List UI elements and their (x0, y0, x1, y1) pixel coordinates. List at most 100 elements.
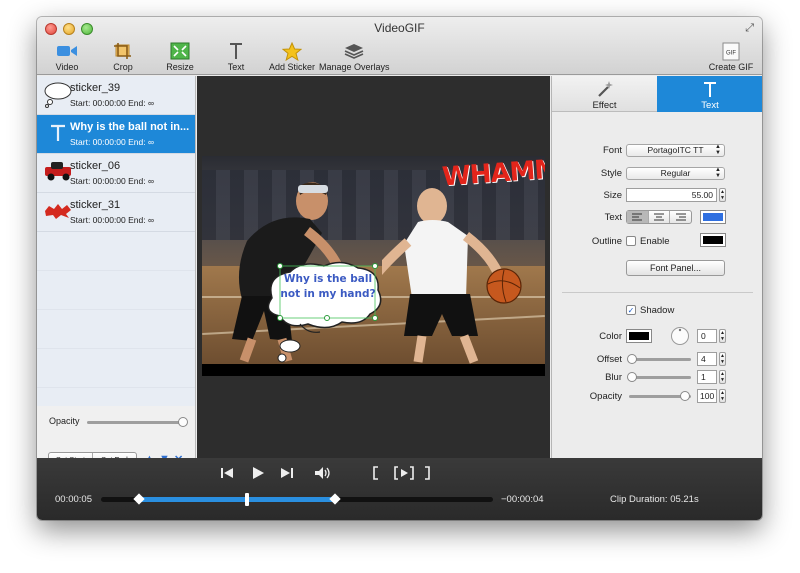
text-color-well[interactable] (700, 210, 726, 224)
shadow-blur-slider-knob[interactable] (627, 372, 637, 382)
popup-arrows-icon: ▲ ▼ (715, 144, 721, 156)
opacity-label: Opacity (49, 416, 80, 426)
inspector-panel: Effect Text Font PortagoITC TT ▲ ▼ Style … (551, 76, 762, 458)
player-right-figure (382, 188, 522, 364)
shadow-opacity-stepper[interactable]: ▲ ▼ (719, 389, 726, 403)
transport-bar: 00:00:05 −00:00:04 Clip Duration: 05.21s (37, 458, 762, 520)
align-center-button[interactable] (647, 211, 670, 223)
align-left-button[interactable] (627, 211, 648, 223)
sticker-times: Start: 00:00:00 End: ∞ (70, 215, 155, 225)
shadow-color-label: Color (599, 331, 622, 342)
text-t-icon (657, 80, 762, 98)
shadow-color-well[interactable] (626, 329, 652, 343)
sticker-list-panel: sticker_39 Start: 00:00:00 End: ∞ Why is… (37, 76, 196, 468)
preview-area: Why is the ball not in my hand? WHAMM! (197, 76, 550, 458)
gif-file-icon: GIF (696, 41, 762, 61)
outline-color-well[interactable] (700, 233, 726, 247)
align-left-icon (632, 213, 643, 221)
layers-icon (319, 41, 389, 61)
timeline-progress (139, 497, 335, 502)
style-label: Style (600, 168, 622, 179)
sticker-name: Why is the ball not in... (70, 121, 190, 133)
shadow-opacity-label: Opacity (589, 391, 622, 402)
shadow-offset-label: Offset (596, 354, 622, 365)
play-icon[interactable] (251, 466, 265, 483)
font-panel-button[interactable]: Font Panel... (626, 260, 725, 276)
tab-text[interactable]: Text (657, 76, 762, 112)
trim-start-handle[interactable] (133, 493, 145, 505)
shadow-blur-slider[interactable] (629, 376, 691, 379)
shadow-offset-field[interactable]: 4 (697, 352, 717, 366)
shadow-blur-stepper[interactable]: ▲ ▼ (719, 370, 726, 384)
set-in-point-icon[interactable] (371, 466, 381, 483)
align-right-icon (675, 213, 686, 221)
sticker-list-item[interactable]: sticker_39 Start: 00:00:00 End: ∞ (37, 76, 195, 115)
manage-overlays-label: Manage Overlays (319, 62, 390, 72)
sticker-name: sticker_31 (70, 199, 121, 211)
trim-end-handle[interactable] (329, 493, 341, 505)
app-window: VideoGIF ⤢ Video Crop Resize Text Add St… (37, 17, 762, 520)
magic-wand-icon (552, 80, 657, 98)
outline-enable-checkbox[interactable] (626, 236, 636, 246)
alignment-segmented-control (626, 210, 692, 224)
size-stepper[interactable]: ▲ ▼ (719, 188, 726, 202)
text-color-fill (703, 213, 723, 221)
shadow-angle-stepper[interactable]: ▲ ▼ (719, 329, 726, 343)
volume-icon[interactable] (314, 466, 332, 483)
outline-enable-label: Enable (640, 236, 670, 247)
play-selection-icon[interactable] (393, 466, 415, 483)
align-center-icon (654, 213, 664, 221)
skip-forward-icon[interactable] (280, 466, 294, 483)
sticker-list-item-selected[interactable]: Why is the ball not in... Start: 00:00:0… (37, 115, 195, 154)
font-popup[interactable]: PortagoITC TT ▲ ▼ (626, 144, 725, 157)
shadow-opacity-slider-knob[interactable] (680, 391, 690, 401)
font-label: Font (602, 145, 622, 156)
shadow-angle-field[interactable]: 0 (697, 329, 717, 343)
set-out-point-icon[interactable] (422, 466, 432, 483)
sticker-opacity-row: Opacity (49, 416, 189, 430)
create-gif-label: Create GIF (708, 62, 754, 72)
shadow-label: Shadow (640, 305, 675, 316)
shadow-color-fill (629, 332, 649, 340)
fullscreen-icon[interactable]: ⤢ (745, 22, 754, 35)
font-popup-value: PortagoITC TT (647, 145, 704, 155)
playhead[interactable] (244, 493, 249, 506)
style-popup[interactable]: Regular ▲ ▼ (626, 167, 725, 180)
empty-list-row (37, 349, 195, 388)
outline-color-fill (703, 236, 723, 244)
tab-text-label: Text (701, 100, 719, 111)
shadow-offset-slider-knob[interactable] (627, 354, 637, 364)
bubble-line-2: not in my hand? (280, 288, 376, 300)
outline-label: Outline (591, 236, 622, 247)
shadow-checkbox[interactable]: ✓ (626, 305, 636, 315)
shadow-blur-label: Blur (605, 372, 622, 383)
size-label: Size (603, 190, 622, 201)
window-title: VideoGIF (374, 21, 425, 35)
video-preview[interactable]: Why is the ball not in my hand? WHAMM! (202, 156, 545, 376)
shadow-angle-dial[interactable] (670, 326, 690, 346)
sticker-opacity-slider[interactable] (87, 421, 183, 424)
section-divider (562, 292, 753, 293)
star-icon (257, 41, 327, 61)
sticker-list-item[interactable]: sticker_31 Start: 00:00:00 End: ∞ (37, 193, 195, 232)
shadow-offset-slider[interactable] (629, 358, 691, 361)
sticker-list-item[interactable]: sticker_06 Start: 00:00:00 End: ∞ (37, 154, 195, 193)
manage-overlays-button[interactable]: Manage Overlays (319, 41, 390, 72)
sticker-times: Start: 00:00:00 End: ∞ (70, 137, 155, 147)
create-gif-button[interactable]: GIF Create GIF (696, 41, 762, 72)
skip-back-icon[interactable] (220, 466, 234, 483)
remaining-time: −00:00:04 (501, 494, 544, 505)
tab-effect[interactable]: Effect (552, 76, 657, 112)
shadow-blur-field[interactable]: 1 (697, 370, 717, 384)
timeline-scrubber[interactable] (101, 493, 493, 506)
add-sticker-button[interactable]: Add Sticker (257, 41, 327, 72)
bubble-line-1: Why is the ball (283, 273, 373, 285)
shadow-offset-stepper[interactable]: ▲ ▼ (719, 352, 726, 366)
sticker-opacity-slider-knob[interactable] (178, 417, 188, 427)
empty-list-row (37, 310, 195, 349)
size-field[interactable]: 55.00 (626, 188, 717, 202)
shadow-opacity-field[interactable]: 100 (697, 389, 717, 403)
clip-duration: Clip Duration: 05.21s (610, 494, 699, 505)
align-right-button[interactable] (669, 211, 691, 223)
empty-list-row (37, 232, 195, 271)
